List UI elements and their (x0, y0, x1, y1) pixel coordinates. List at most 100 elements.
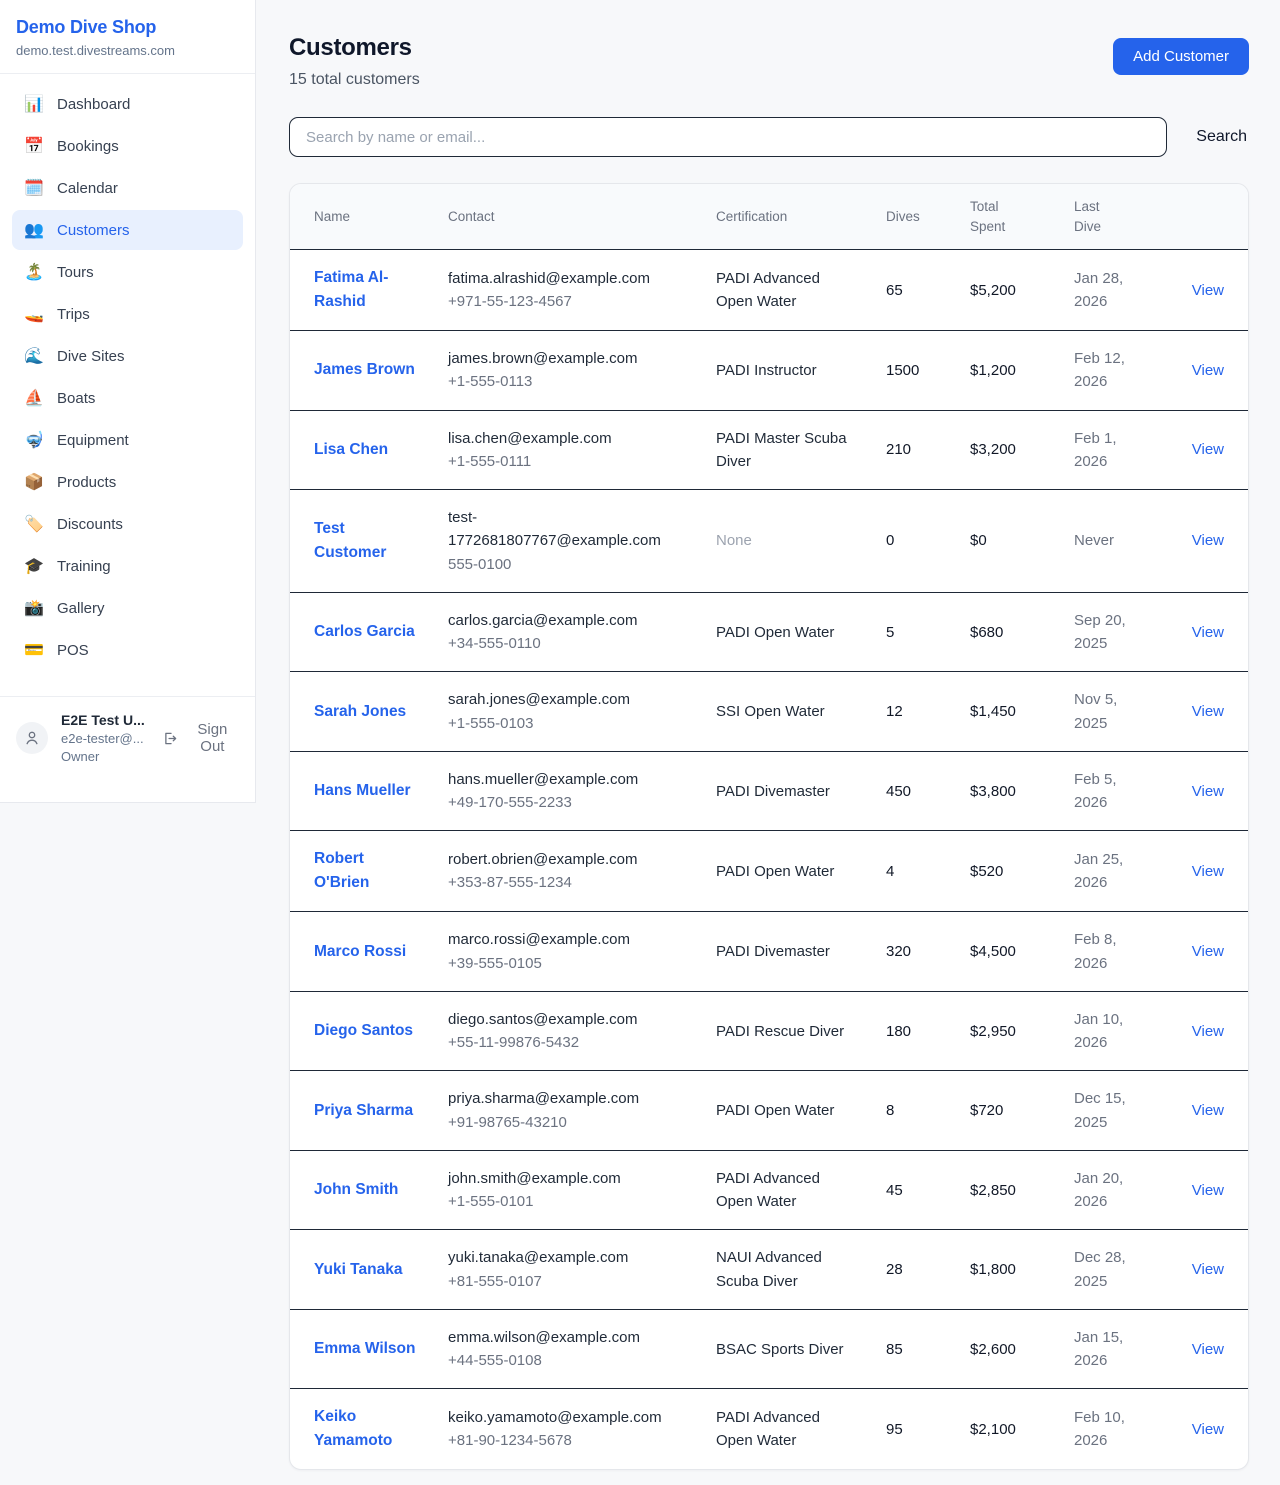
customer-name-link[interactable]: Sarah Jones (314, 703, 406, 720)
sidebar-item-bookings[interactable]: 📅 Bookings (12, 126, 243, 166)
customer-email: yuki.tanaka@example.com (448, 1246, 688, 1269)
customer-name-cell: Yuki Tanaka (290, 1230, 436, 1310)
view-link[interactable]: View (1192, 282, 1224, 299)
table-row: Carlos Garcia carlos.garcia@example.com … (290, 592, 1248, 672)
customer-name-link[interactable]: James Brown (314, 361, 415, 378)
sign-out-button[interactable]: Sign Out (162, 721, 239, 755)
customer-last-dive: Jan 20, 2026 (1062, 1150, 1176, 1230)
customer-total-spent: $520 (958, 831, 1062, 912)
customer-certification: SSI Open Water (704, 672, 874, 752)
view-link[interactable]: View (1192, 1261, 1224, 1278)
customer-contact-cell: test-1772681807767@example.com 555-0100 (436, 490, 704, 593)
customer-last-dive: Feb 5, 2026 (1062, 751, 1176, 831)
customer-name-link[interactable]: Emma Wilson (314, 1340, 416, 1357)
wave-icon: 🌊 (24, 346, 44, 366)
view-link[interactable]: View (1192, 1102, 1224, 1119)
customer-actions-cell: View (1176, 1071, 1248, 1151)
customer-phone: +353-87-555-1234 (448, 871, 688, 894)
search-button[interactable]: Search (1194, 120, 1249, 154)
sidebar-item-trips[interactable]: 🚤 Trips (12, 294, 243, 334)
customer-name-cell: Test Customer (290, 490, 436, 593)
sidebar-item-discounts[interactable]: 🏷️ Discounts (12, 504, 243, 544)
customer-email: hans.mueller@example.com (448, 768, 688, 791)
customer-name-cell: John Smith (290, 1150, 436, 1230)
customers-table-card: Name Contact Certification Dives Total S… (289, 183, 1249, 1470)
customer-name-link[interactable]: Priya Sharma (314, 1102, 413, 1119)
customer-contact-cell: emma.wilson@example.com +44-555-0108 (436, 1309, 704, 1389)
customer-total-spent: $3,200 (958, 410, 1062, 490)
customer-name-link[interactable]: Marco Rossi (314, 943, 406, 960)
customer-certification: PADI Advanced Open Water (704, 1389, 874, 1470)
customer-name-link[interactable]: John Smith (314, 1181, 398, 1198)
customer-certification: NAUI Advanced Scuba Diver (704, 1230, 874, 1310)
customer-contact-cell: james.brown@example.com +1-555-0113 (436, 331, 704, 411)
add-customer-button[interactable]: Add Customer (1113, 38, 1249, 75)
customer-name-link[interactable]: Test Customer (314, 520, 386, 561)
view-link[interactable]: View (1192, 1421, 1224, 1438)
sidebar-item-dashboard[interactable]: 📊 Dashboard (12, 84, 243, 124)
view-link[interactable]: View (1192, 532, 1224, 549)
customer-last-dive: Jan 25, 2026 (1062, 831, 1176, 912)
sidebar-item-products[interactable]: 📦 Products (12, 462, 243, 502)
customer-dives: 1500 (874, 331, 958, 411)
customer-name-link[interactable]: Lisa Chen (314, 441, 388, 458)
customer-phone: +44-555-0108 (448, 1349, 688, 1372)
sidebar-item-calendar[interactable]: 🗓️ Calendar (12, 168, 243, 208)
view-link[interactable]: View (1192, 943, 1224, 960)
table-row: Hans Mueller hans.mueller@example.com +4… (290, 751, 1248, 831)
view-link[interactable]: View (1192, 362, 1224, 379)
sidebar-item-pos[interactable]: 💳 POS (12, 630, 243, 670)
customer-last-dive: Sep 20, 2025 (1062, 592, 1176, 672)
search-input[interactable] (289, 117, 1167, 157)
customer-certification: PADI Open Water (704, 592, 874, 672)
view-link[interactable]: View (1192, 1182, 1224, 1199)
sign-out-label: Sign Out (186, 721, 239, 755)
customer-certification: PADI Master Scuba Diver (704, 410, 874, 490)
view-link[interactable]: View (1192, 1341, 1224, 1358)
customer-name-cell: Carlos Garcia (290, 592, 436, 672)
customer-name-link[interactable]: Diego Santos (314, 1022, 413, 1039)
customer-total-spent: $2,850 (958, 1150, 1062, 1230)
customer-name-link[interactable]: Hans Mueller (314, 782, 410, 799)
sidebar-item-training[interactable]: 🎓 Training (12, 546, 243, 586)
customer-name-link[interactable]: Carlos Garcia (314, 623, 415, 640)
sidebar-item-customers[interactable]: 👥 Customers (12, 210, 243, 250)
page-header: Customers 15 total customers Add Custome… (289, 34, 1249, 89)
view-link[interactable]: View (1192, 441, 1224, 458)
customer-name-link[interactable]: Robert O'Brien (314, 850, 369, 891)
sidebar-item-boats[interactable]: ⛵ Boats (12, 378, 243, 418)
customer-dives: 95 (874, 1389, 958, 1470)
view-link[interactable]: View (1192, 783, 1224, 800)
customer-dives: 320 (874, 912, 958, 992)
sidebar-item-dive-sites[interactable]: 🌊 Dive Sites (12, 336, 243, 376)
sidebar-item-tours[interactable]: 🏝️ Tours (12, 252, 243, 292)
column-header-actions (1176, 184, 1248, 250)
table-row: Keiko Yamamoto keiko.yamamoto@example.co… (290, 1389, 1248, 1470)
sidebar-item-gallery[interactable]: 📸 Gallery (12, 588, 243, 628)
customer-name-link[interactable]: Yuki Tanaka (314, 1261, 402, 1278)
customer-name-link[interactable]: Keiko Yamamoto (314, 1408, 392, 1449)
customer-certification: PADI Open Water (704, 831, 874, 912)
customer-count: 15 total customers (289, 71, 420, 89)
customer-phone: +49-170-555-2233 (448, 791, 688, 814)
user-email: e2e-tester@... (61, 731, 149, 746)
customer-dives: 180 (874, 991, 958, 1071)
table-row: Emma Wilson emma.wilson@example.com +44-… (290, 1309, 1248, 1389)
view-link[interactable]: View (1192, 1023, 1224, 1040)
customer-total-spent: $4,500 (958, 912, 1062, 992)
view-link[interactable]: View (1192, 863, 1224, 880)
customer-certification: BSAC Sports Diver (704, 1309, 874, 1389)
view-link[interactable]: View (1192, 703, 1224, 720)
customer-contact-cell: carlos.garcia@example.com +34-555-0110 (436, 592, 704, 672)
shop-domain: demo.test.divestreams.com (16, 43, 239, 58)
customer-name-link[interactable]: Fatima Al-Rashid (314, 269, 388, 310)
customer-dives: 5 (874, 592, 958, 672)
calendar-date-icon: 📅 (24, 136, 44, 156)
customer-dives: 4 (874, 831, 958, 912)
sidebar-item-equipment[interactable]: 🤿 Equipment (12, 420, 243, 460)
customer-certification: PADI Divemaster (704, 912, 874, 992)
view-link[interactable]: View (1192, 624, 1224, 641)
customer-certification: PADI Divemaster (704, 751, 874, 831)
customer-name-cell: Fatima Al-Rashid (290, 250, 436, 331)
customer-name-cell: James Brown (290, 331, 436, 411)
